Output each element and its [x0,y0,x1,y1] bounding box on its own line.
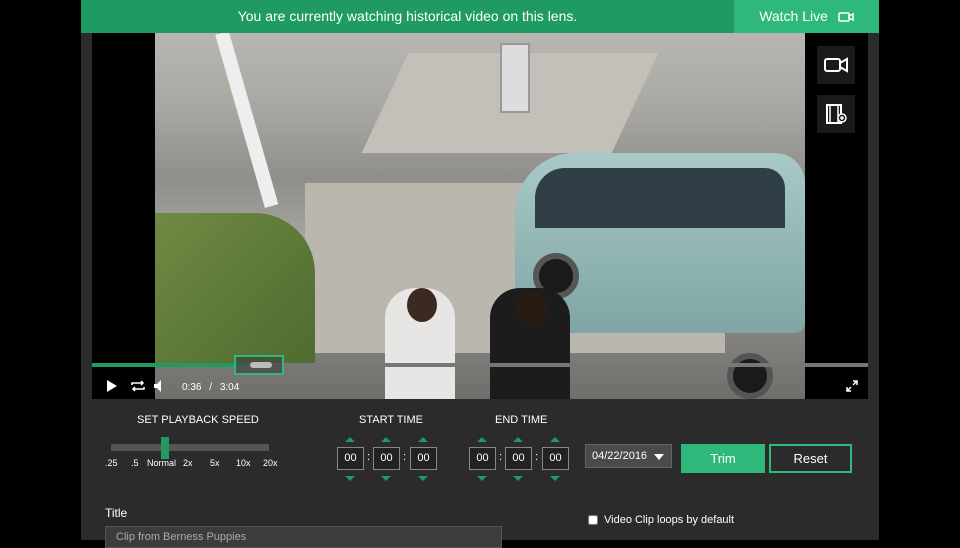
film-clip-icon [826,104,847,124]
clip-download-button[interactable] [817,95,855,133]
start-time-label: START TIME [359,414,423,426]
volume-icon [154,380,161,392]
loop-option[interactable]: Video Clip loops by default [588,514,734,526]
end-minutes-input[interactable]: 00 [505,447,532,470]
watch-live-label: Watch Live [759,8,828,24]
trim-button[interactable]: Trim [681,444,765,473]
end-seconds-down[interactable] [550,476,560,481]
title-label: Title [105,506,128,520]
end-hours-down[interactable] [477,476,487,481]
banner-message: You are currently watching historical vi… [237,8,578,24]
speed-option[interactable]: .25 [105,458,118,468]
end-time-label: END TIME [495,414,548,426]
video-camera-icon [838,12,854,23]
reset-button[interactable]: Reset [769,444,852,473]
start-hours-down[interactable] [345,476,355,481]
end-hours-input[interactable]: 00 [469,447,496,470]
end-minutes-down[interactable] [513,476,523,481]
end-minutes-up[interactable] [513,437,523,442]
speed-option[interactable]: 5x [210,458,220,468]
speed-option[interactable]: 20x [263,458,278,468]
start-minutes-down[interactable] [381,476,391,481]
start-minutes-up[interactable] [381,437,391,442]
end-hours-up[interactable] [477,437,487,442]
live-camera-button[interactable] [817,46,855,84]
start-seconds-up[interactable] [418,437,428,442]
date-select[interactable]: 04/22/2016 [585,444,672,468]
time-separator: / [209,382,213,393]
loop-icon [131,380,145,392]
title-input[interactable] [105,526,502,548]
play-icon [107,380,117,392]
play-button[interactable] [106,380,117,395]
scrub-handle[interactable] [234,355,285,375]
loop-checkbox[interactable] [588,515,598,525]
start-seconds-down[interactable] [418,476,428,481]
speed-option[interactable]: .5 [131,458,139,468]
clip-editor: You are currently watching historical vi… [81,0,879,548]
start-hours-input[interactable]: 00 [337,447,364,470]
start-seconds-input[interactable]: 00 [410,447,437,470]
start-minutes-input[interactable]: 00 [373,447,400,470]
watch-live-button[interactable]: Watch Live [734,0,879,33]
clip-controls: SET PLAYBACK SPEED .25 .5 Normal 2x 5x 1… [81,399,879,548]
speed-slider-thumb[interactable] [161,437,169,459]
end-seconds-input[interactable]: 00 [542,447,569,470]
fullscreen-icon [846,380,858,392]
volume-button[interactable] [154,380,164,395]
speed-label: SET PLAYBACK SPEED [137,414,259,426]
speed-option-selected[interactable]: Normal [147,458,176,468]
progress-fill [92,363,245,367]
loop-label: Video Clip loops by default [604,514,735,526]
current-time: 0:36 [182,382,202,393]
video-camera-icon [824,57,848,73]
start-hours-up[interactable] [345,437,355,442]
duration: 3:04 [219,382,240,393]
end-seconds-up[interactable] [550,437,560,442]
progress-bar[interactable] [92,363,868,367]
historical-banner: You are currently watching historical vi… [81,0,879,33]
speed-option[interactable]: 10x [236,458,251,468]
speed-slider[interactable] [111,444,269,451]
fullscreen-button[interactable] [846,380,858,395]
video-player[interactable]: 0:36 / 3:04 [92,33,868,399]
video-frame [155,33,805,399]
speed-option[interactable]: 2x [183,458,193,468]
loop-button[interactable] [130,380,146,395]
